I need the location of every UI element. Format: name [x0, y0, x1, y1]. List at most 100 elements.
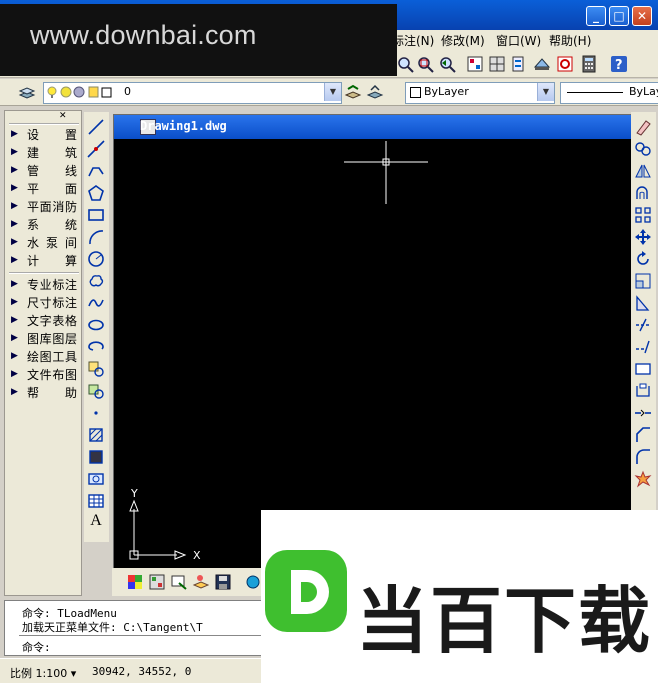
drawing-title-bar: Drawing1.dwg [114, 115, 632, 139]
polyline-icon[interactable] [87, 162, 105, 180]
copy-icon[interactable] [634, 140, 652, 158]
drawing-title: Drawing1.dwg [140, 119, 227, 133]
command-window[interactable]: 命令: TLoadMenu 加载天正菜单文件: C:\Tangent\T 命令: [4, 600, 274, 656]
linetype-combo[interactable]: ByLay [560, 82, 658, 104]
markup-icon[interactable] [556, 55, 574, 73]
help-icon[interactable]: ? [610, 55, 628, 73]
zoom-previous-icon[interactable] [438, 55, 456, 73]
layer-tools-icon[interactable] [148, 573, 166, 591]
polygon-icon[interactable] [87, 184, 105, 202]
layers-toolbar: 0 ▼ ByLayer ▼ ByLay [0, 79, 658, 106]
array-icon[interactable] [634, 206, 652, 224]
chevron-down-icon[interactable]: ▼ [324, 83, 341, 101]
break-icon[interactable] [634, 360, 652, 378]
line-icon[interactable] [87, 118, 105, 136]
zoom-realtime-icon[interactable] [396, 55, 414, 73]
triangle-right-icon: ▶ [11, 255, 18, 265]
menu-modify[interactable]: 修改(M) [441, 32, 485, 49]
calculator-icon[interactable] [580, 55, 598, 73]
panel-item-text-table[interactable]: ▶ 文字表格 [5, 311, 81, 329]
layer-manager-icon[interactable] [18, 83, 36, 101]
rotate-icon[interactable] [634, 250, 652, 268]
drawing-window: Drawing1.dwg Y X [113, 114, 633, 574]
construction-line-icon[interactable] [87, 140, 105, 158]
panel-item-settings[interactable]: ▶ 设 置 [5, 125, 81, 143]
render-icon[interactable] [244, 573, 262, 591]
menu-dim[interactable]: 标注(N) [392, 32, 434, 49]
make-block-icon[interactable] [87, 382, 105, 400]
menu-help[interactable]: 帮助(H) [549, 32, 591, 49]
command-prompt[interactable]: 命令: [22, 639, 51, 655]
explode-icon[interactable] [634, 470, 652, 488]
panel-item-fire-plan[interactable]: ▶ 平面消防 [5, 197, 81, 215]
break-at-point-icon[interactable] [634, 382, 652, 400]
gradient-icon[interactable] [87, 448, 105, 466]
zoom-window-icon[interactable] [416, 55, 434, 73]
revision-cloud-icon[interactable] [87, 272, 105, 290]
model-space-canvas[interactable]: Y X [119, 141, 632, 571]
panel-item-architecture[interactable]: ▶ 建 筑 [5, 143, 81, 161]
sheet-set-icon[interactable] [533, 55, 551, 73]
insert-block-icon[interactable] [87, 360, 105, 378]
triangle-right-icon: ▶ [11, 201, 18, 211]
rectangle-icon[interactable] [87, 206, 105, 224]
panel-item-plan[interactable]: ▶ 平 面 [5, 179, 81, 197]
maximize-button[interactable]: □ [609, 6, 629, 26]
multiline-text-icon[interactable]: A [87, 512, 105, 530]
hatch-icon[interactable] [87, 426, 105, 444]
coordinate-readout: 30942, 34552, 0 [92, 665, 192, 678]
ellipse-icon[interactable] [87, 316, 105, 334]
table-icon[interactable] [87, 492, 105, 510]
panel-item-library-layers[interactable]: ▶ 图库图层 [5, 329, 81, 347]
panel-item-help[interactable]: ▶ 帮 助 [5, 383, 81, 401]
triangle-right-icon: ▶ [11, 297, 18, 307]
layer-match-icon[interactable] [192, 573, 210, 591]
modify-toolbar [631, 112, 656, 512]
properties-icon[interactable] [466, 55, 484, 73]
triangle-right-icon: ▶ [11, 219, 18, 229]
scale-icon[interactable] [634, 272, 652, 290]
move-icon[interactable] [634, 228, 652, 246]
stretch-icon[interactable] [634, 294, 652, 312]
annotation-scale-selector[interactable]: 比例 1:100 ▾ [10, 665, 76, 681]
trim-icon[interactable] [634, 316, 652, 334]
panel-item-file-layout[interactable]: ▶ 文件布图 [5, 365, 81, 383]
save-icon[interactable] [214, 573, 232, 591]
fillet-icon[interactable] [634, 448, 652, 466]
circle-icon[interactable] [87, 250, 105, 268]
extend-icon[interactable] [634, 338, 652, 356]
chamfer-icon[interactable] [634, 426, 652, 444]
layer-colors-icon[interactable] [126, 573, 144, 591]
panel-item-system[interactable]: ▶ 系 统 [5, 215, 81, 233]
panel-item-calculate[interactable]: ▶ 计 算 [5, 251, 81, 269]
triangle-right-icon: ▶ [11, 279, 18, 289]
offset-icon[interactable] [634, 184, 652, 202]
erase-icon[interactable] [634, 118, 652, 136]
menu-window[interactable]: 窗口(W) [496, 32, 541, 49]
ellipse-arc-icon[interactable] [87, 338, 105, 356]
tool-palette-icon[interactable] [510, 55, 528, 73]
arc-icon[interactable] [87, 228, 105, 246]
color-combo[interactable]: ByLayer ▼ [405, 82, 555, 104]
panel-item-pump-room[interactable]: ▶ 水 泵 间 [5, 233, 81, 251]
layer-walk-icon[interactable] [170, 573, 188, 591]
panel-item-pro-annotation[interactable]: ▶ 专业标注 [5, 275, 81, 293]
region-icon[interactable] [87, 470, 105, 488]
logo-text: 当百下载 [356, 579, 653, 663]
mirror-icon[interactable] [634, 162, 652, 180]
panel-item-dimension[interactable]: ▶ 尺寸标注 [5, 293, 81, 311]
chevron-down-icon[interactable]: ▼ [537, 83, 554, 101]
spline-icon[interactable] [87, 294, 105, 312]
point-icon[interactable] [87, 404, 105, 422]
make-object-layer-current-icon[interactable] [344, 83, 362, 101]
panel-item-drawing-tools[interactable]: ▶ 绘图工具 [5, 347, 81, 365]
panel-item-pipeline[interactable]: ▶ 管 线 [5, 161, 81, 179]
panel-close-icon[interactable]: ✕ [59, 111, 67, 121]
canvas-overlay [129, 141, 428, 560]
join-icon[interactable] [634, 404, 652, 422]
layer-previous-icon[interactable] [366, 83, 384, 101]
minimize-button[interactable]: _ [586, 6, 606, 26]
design-center-icon[interactable] [488, 55, 506, 73]
close-button[interactable]: ✕ [632, 6, 652, 26]
layer-combo[interactable]: 0 ▼ [43, 82, 342, 104]
